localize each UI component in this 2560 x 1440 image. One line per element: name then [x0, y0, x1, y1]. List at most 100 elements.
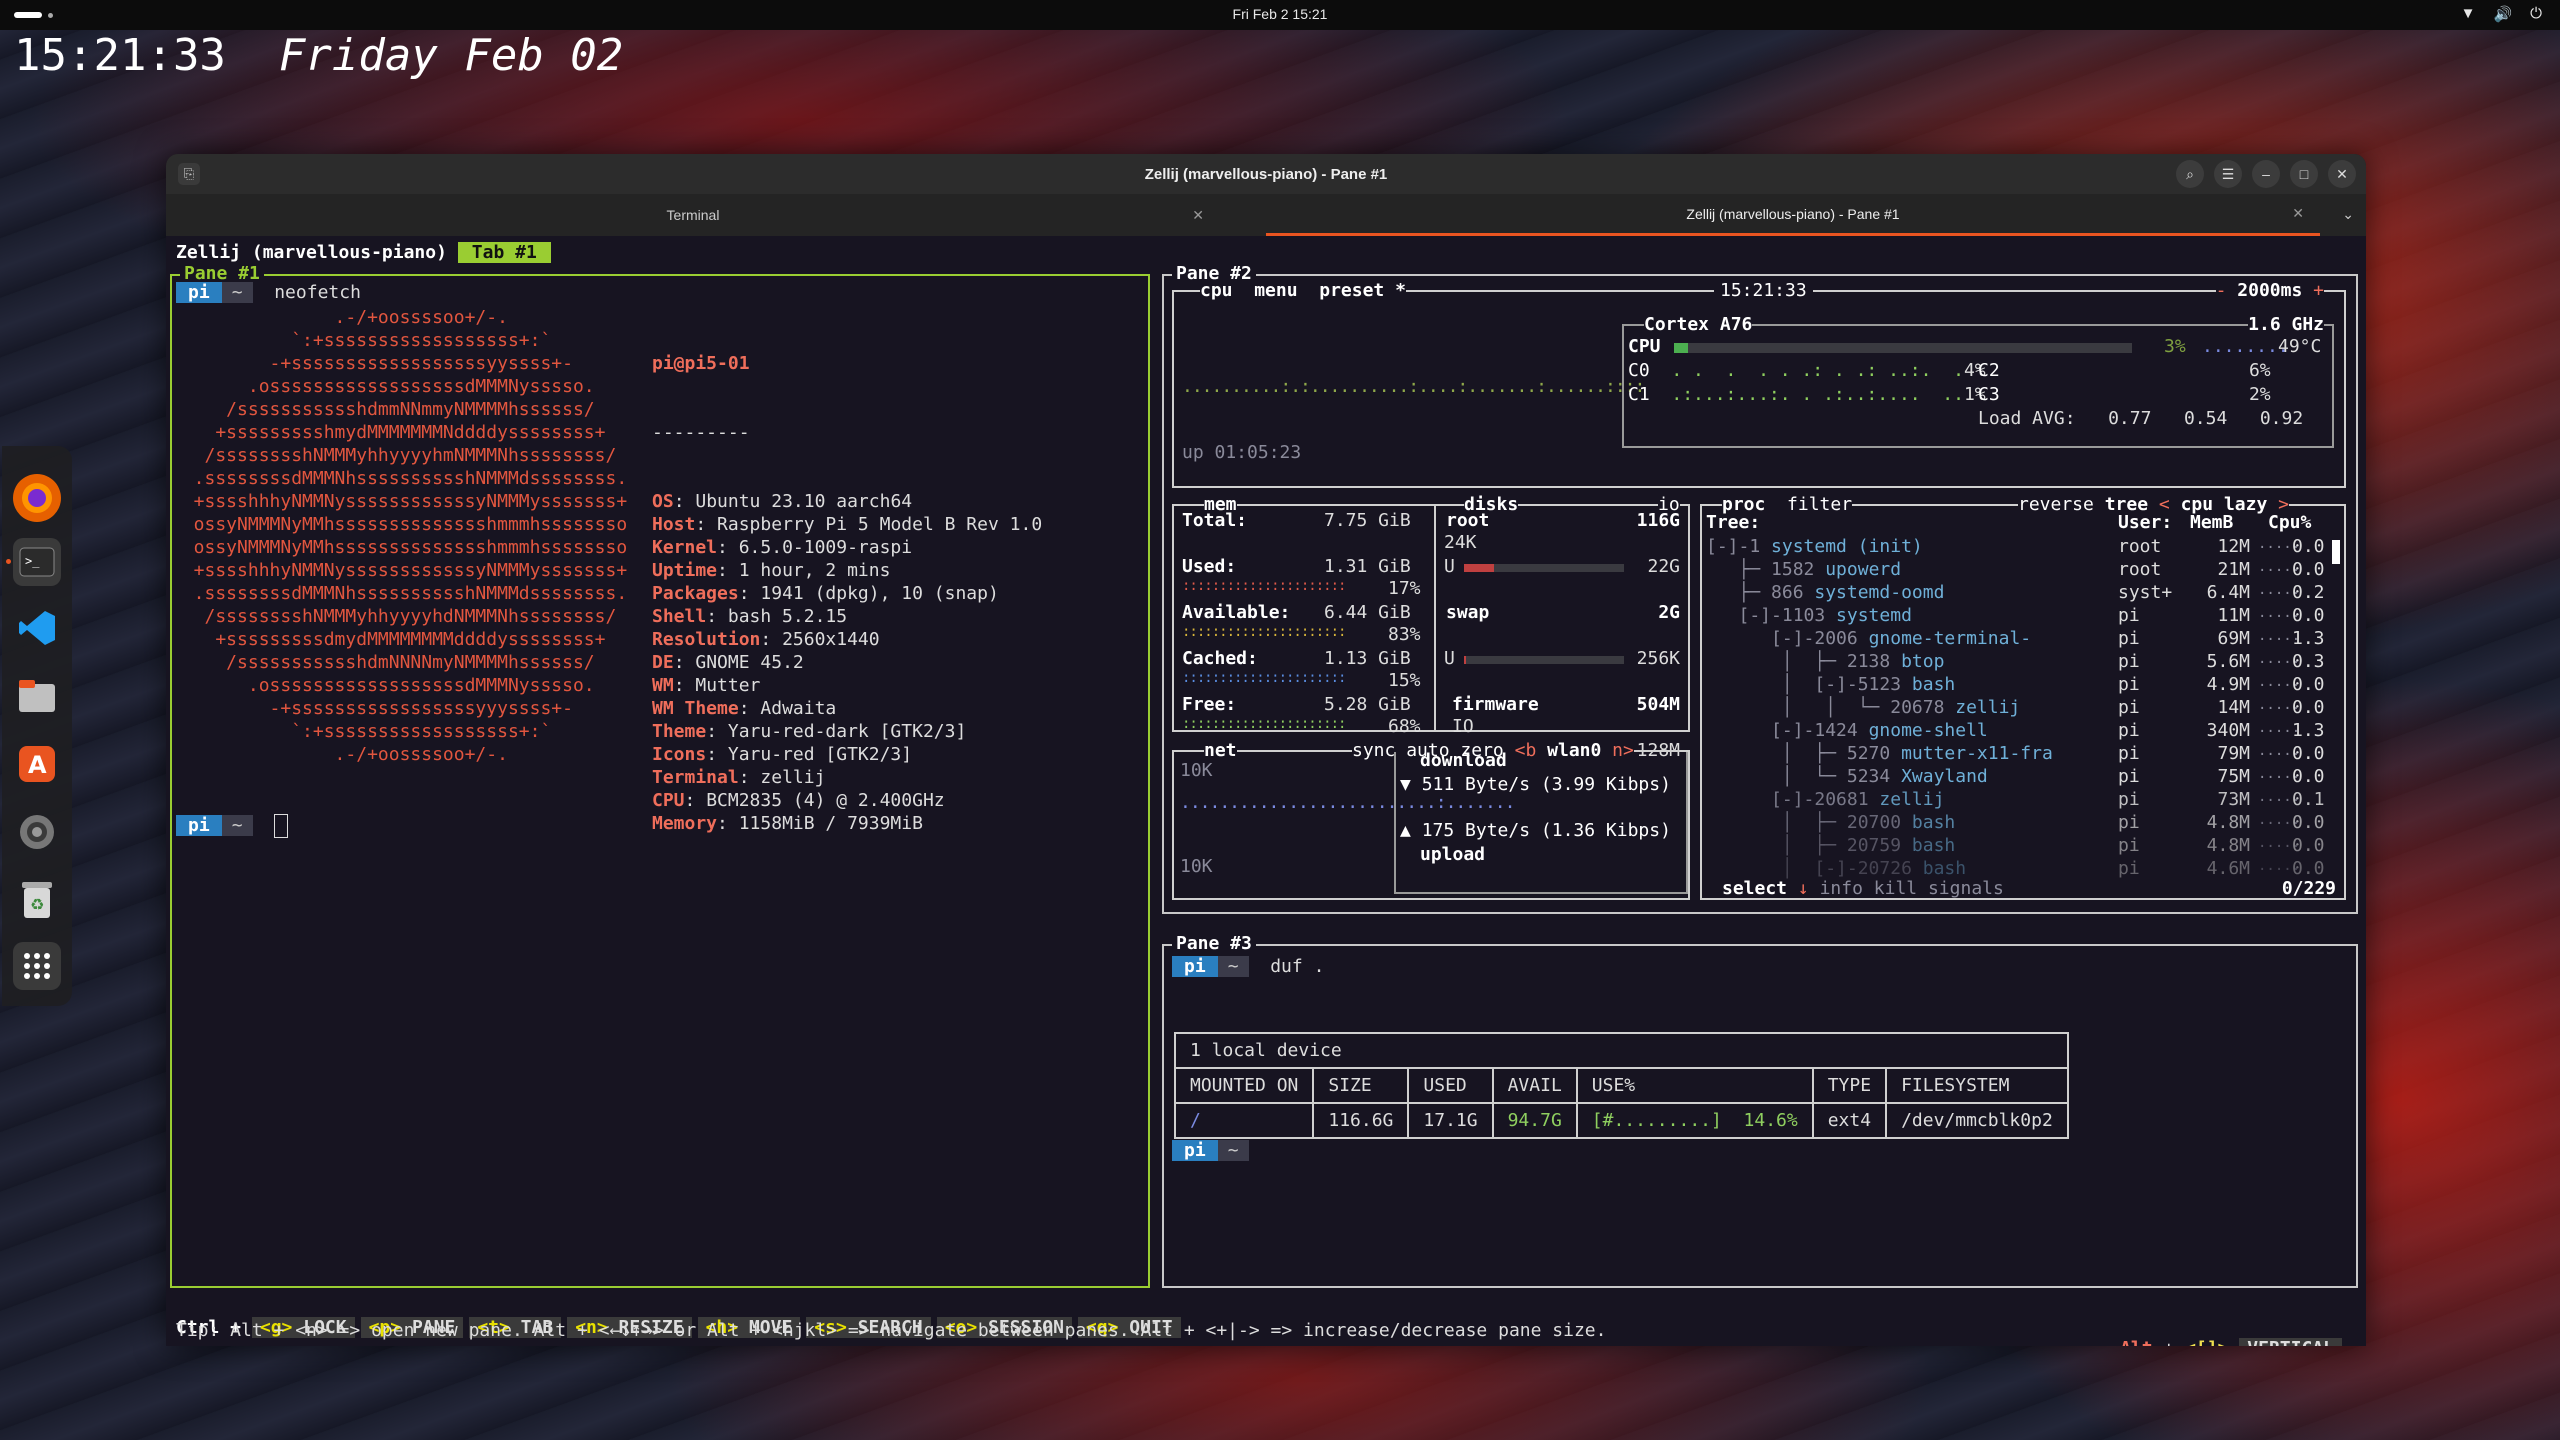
app-center-icon[interactable]: A	[13, 740, 61, 788]
proc-kill[interactable]: kill	[1874, 878, 1917, 899]
disk-used-label: U	[1444, 556, 1455, 577]
proc-mem: 73M	[2217, 789, 2250, 810]
proc-signals[interactable]: signals	[1928, 878, 2004, 899]
neofetch-info-row: OS: Ubuntu 23.10 aarch64	[652, 491, 913, 512]
topbar-clock[interactable]: Fri Feb 2 15:21	[0, 6, 2560, 22]
net-sync[interactable]: sync	[1352, 740, 1395, 761]
window-header[interactable]: ⎘ Zellij (marvellous-piano) - Pane #1 ⌕ …	[166, 154, 2366, 194]
btop-mem-box: mem disks io Total: 7.75 GiB Used: 1.31 GiB…	[1172, 494, 1690, 761]
proc-user: pi	[2118, 651, 2140, 672]
proc-user: root	[2118, 559, 2162, 580]
proc-name: systemd-oomd	[1814, 582, 1945, 603]
proc-cpu: 1.3	[2292, 628, 2325, 649]
settings-icon[interactable]	[13, 808, 61, 856]
neofetch-value: 2560x1440	[782, 629, 880, 650]
prompt-line-2: pi ~	[176, 814, 289, 838]
btop-interval[interactable]: - 2000ms +	[2215, 280, 2324, 301]
zellij-tab-bar: Zellij (marvellous-piano) Tab #1	[176, 242, 551, 263]
zellij-session-name: Zellij (marvellous-piano)	[176, 242, 447, 263]
tab-label: Terminal	[666, 207, 720, 223]
logo-line: ossyNMMMNyMMhsssssssssssssshmmmhssssssso	[172, 537, 628, 558]
pane-3-title: Pane #3	[1172, 933, 1256, 954]
btop-cpu-info-box: Cortex A76 1.6 GHz CPU 3% ........ 49°C …	[1622, 314, 2334, 448]
btop-core-c0: C0 . . . . . .: . .: ..:. .4%	[1628, 360, 1986, 381]
hamburger-menu-icon[interactable]: ☰	[2214, 160, 2242, 188]
proc-mem: 75M	[2217, 766, 2250, 787]
logo-line: `:+ssssssssssssssssss+:`	[172, 721, 552, 742]
btop-cpu-tab[interactable]: cpu	[1200, 280, 1233, 301]
mem-graph: ::::::::::::::::::::::	[1182, 670, 1346, 686]
desktop-clock: 15:21:33 Friday Feb 02	[14, 30, 623, 81]
duf-usage: [#.........] 14.6%	[1575, 1102, 1814, 1139]
net-download-value: 511 Byte/s (3.99 Kibps)	[1421, 774, 1671, 795]
neofetch-key: Host	[652, 514, 696, 535]
core-graph: .:...:...:. . .:..:.... ..	[1660, 384, 1964, 405]
proc-select[interactable]: select	[1722, 878, 1787, 899]
proc-filter[interactable]: filter	[1787, 494, 1852, 515]
proc-user: root	[2118, 536, 2162, 557]
proc-info[interactable]: info	[1820, 878, 1863, 899]
prompt-user: pi	[176, 282, 222, 303]
wifi-icon: ▼	[2460, 5, 2476, 22]
logo-line: .-/+oossssoo+/-.	[172, 307, 508, 328]
terminal-icon[interactable]: >_	[13, 538, 61, 586]
pane-2[interactable]: Pane #2 cpu menu preset * 15:21:33 - 200…	[1162, 263, 2358, 914]
maximize-icon[interactable]: □	[2290, 160, 2318, 188]
tab-zellij[interactable]: Zellij (marvellous-piano) - Pane #1 ✕	[1266, 194, 2320, 236]
proc-tree: [-]-2006	[1706, 628, 1869, 649]
proc-user: pi	[2118, 789, 2140, 810]
mem-value: 1.31 GiB	[1324, 556, 1411, 577]
firefox-icon[interactable]	[13, 474, 61, 522]
net-download: ▼ 511 Byte/s (3.99 Kibps)	[1400, 774, 1671, 795]
disk-used: 256K	[1636, 648, 1680, 669]
terminal-content[interactable]: Zellij (marvellous-piano) Tab #1 Pane #1…	[166, 236, 2366, 1346]
logo-line: /sssssssshNMMMyhhyyyyhmNMMMNhssssssss/	[172, 445, 617, 466]
duf-header: USED	[1407, 1067, 1494, 1104]
mem-pct: 83%	[1388, 624, 1421, 645]
app-grid-icon[interactable]	[13, 942, 61, 990]
vscode-icon[interactable]	[13, 604, 61, 652]
proc-reverse[interactable]: reverse	[2018, 494, 2094, 515]
neofetch-info-row: Memory: 1158MiB / 7939MiB	[652, 813, 923, 834]
proc-cpu: 0.0	[2292, 559, 2325, 580]
files-icon[interactable]	[13, 672, 61, 720]
tab-close-icon[interactable]: ✕	[2292, 205, 2304, 222]
btop-preset-button[interactable]: preset *	[1319, 280, 1406, 301]
btop-core-c2: C2 6%	[1978, 360, 2271, 381]
duf-row: / 116.6G 17.1G 94.7G [#.........] 14.6% …	[1173, 1102, 2069, 1139]
proc-cpu: 0.2	[2292, 582, 2325, 603]
proc-scrollbar[interactable]	[2332, 540, 2340, 564]
tab-close-icon[interactable]: ✕	[1192, 207, 1204, 224]
proc-tree: ├─ 1582	[1706, 559, 1826, 580]
pane-3[interactable]: Pane #3 pi ~ duf . 1 local device MOUNTED…	[1162, 933, 2358, 1288]
zellij-tab-1[interactable]: Tab #1	[457, 242, 551, 263]
minimize-icon[interactable]: –	[2252, 160, 2280, 188]
proc-name: bash	[1911, 674, 1956, 695]
neofetch-value: Raspberry Pi 5 Model B Rev 1.0	[717, 514, 1043, 535]
duf-avail: 94.7G	[1491, 1102, 1578, 1139]
proc-user: pi	[2118, 720, 2140, 741]
neofetch-info-row: WM: Mutter	[652, 675, 761, 696]
btop-cpu-box: cpu menu preset * 15:21:33 - 2000ms + ..…	[1172, 280, 2346, 488]
logo-line: ossyNMMMNyMMhsssssssssssssshmmmhssssssso	[172, 514, 628, 535]
neofetch-separator: ---------	[652, 422, 750, 443]
logo-line: +ssssssssshmydMMMMMMMNddddyssssssss+	[172, 422, 606, 443]
trash-icon[interactable]: ♻	[13, 876, 61, 924]
btop-menu-button[interactable]: menu	[1254, 280, 1297, 301]
system-tray[interactable]: ▼ 🔊 ⏻	[2461, 5, 2542, 23]
btop-proc-box: proc filter reverse tree < cpu lazy > Tr…	[1700, 494, 2346, 900]
proc-mem: 6.4M	[2206, 582, 2250, 603]
btop-core-c3: C3 2%	[1978, 384, 2271, 405]
tab-terminal[interactable]: Terminal ✕	[166, 194, 1220, 236]
net-scale-top: 10K	[1180, 760, 1213, 781]
neofetch-info-row: Uptime: 1 hour, 2 mins	[652, 560, 891, 581]
net-download-label: download	[1420, 750, 1507, 771]
search-icon[interactable]: ⌕	[2176, 160, 2204, 188]
tab-list-chevron-down-icon[interactable]: ⌄	[2342, 206, 2354, 223]
mem-label: Available:	[1182, 602, 1291, 623]
disk-size: 2G	[1658, 602, 1680, 623]
pane-1[interactable]: Pane #1 pi ~ neofetch .-/+oossssoo+/-. `:…	[170, 263, 1150, 1288]
core-pct: 6%	[2248, 360, 2271, 381]
close-icon[interactable]: ✕	[2328, 160, 2356, 188]
proc-count: 0/229	[2281, 878, 2336, 899]
